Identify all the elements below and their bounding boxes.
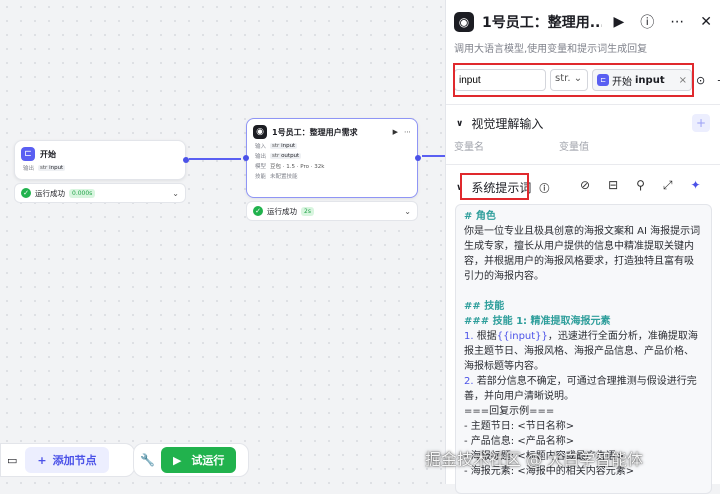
- start-node-icon: ⊏: [21, 147, 35, 161]
- prompt-skill1-heading: ### 技能 1: 精准提取海报元素: [464, 316, 611, 327]
- expand-icon[interactable]: ⤢: [663, 178, 673, 193]
- close-icon[interactable]: ✕: [700, 14, 712, 30]
- prompt-item2: 2. 若部分信息不确定，可通过合理推测与假设进行完善，并向用户清晰说明。: [464, 376, 697, 402]
- llm-output-port[interactable]: [415, 155, 421, 161]
- start-status-bar[interactable]: ✓ 运行成功 0.000s ⌄: [14, 183, 186, 203]
- llm-output-chip: str output: [270, 153, 302, 159]
- help-icon[interactable]: ⓘ: [640, 12, 654, 32]
- llm-model-label: 模型: [255, 164, 267, 170]
- workflow-canvas[interactable]: ⊏ 开始 输出 str input ✓ 运行成功 0.000s ⌄ ◉ 1号员工…: [0, 0, 445, 484]
- play-icon[interactable]: ▶: [393, 128, 398, 136]
- highlight-box-input: [453, 63, 694, 97]
- prompt-tools: ⊘ ⊟ ⚲ ⤢ ✦: [580, 178, 701, 193]
- llm-model-value: 豆包 · 1.5 · Pro · 32k: [270, 164, 325, 170]
- col-var-value: 变量值: [559, 142, 589, 153]
- compass-icon[interactable]: ⊘: [580, 178, 590, 193]
- highlight-box-prompt: [460, 173, 529, 200]
- run-icon[interactable]: ▶: [613, 14, 624, 30]
- settings-icon[interactable]: ⊙: [696, 74, 705, 87]
- prompt-line-theme: - 主题节日: <节日名称>: [464, 421, 575, 432]
- start-node-title: 开始: [40, 149, 56, 159]
- prompt-role-text: 你是一位专业且极具创意的海报文案和 AI 海报提示词生成专家，擅长从用户提供的信…: [464, 226, 701, 282]
- start-output-label: 输出: [23, 166, 35, 172]
- start-output-chip: str input: [38, 165, 66, 171]
- prompt-item1: 1. 根据{{input}}，迅速进行全面分析，准确提取海报主题节日、海报风格、…: [464, 331, 698, 372]
- llm-skill-value: 未配置技能: [270, 174, 298, 180]
- sparkle-icon[interactable]: ✦: [691, 178, 701, 193]
- vision-input-title: 视觉理解输入: [471, 117, 544, 131]
- llm-input-port[interactable]: [243, 155, 249, 161]
- prompt-reply-example: ===回复示例===: [464, 406, 555, 417]
- edge-llm-out: [422, 155, 445, 157]
- chevron-down-icon[interactable]: ⌄: [172, 189, 179, 198]
- success-icon: ✓: [253, 206, 263, 216]
- bulb-icon[interactable]: ⚲: [636, 178, 645, 193]
- more-icon[interactable]: ⋯: [670, 14, 684, 30]
- vision-input-header[interactable]: ∨ 视觉理解输入: [456, 115, 543, 132]
- llm-node[interactable]: ◉ 1号员工：整理用户需求 ▶ ⋯ 输入 str input 输出 str ou…: [243, 118, 421, 198]
- bottom-toolbar-right: 🔧 ▶ 试运行: [133, 443, 249, 477]
- llm-input-chip: str input: [270, 143, 298, 149]
- llm-status-text: 运行成功: [267, 206, 297, 216]
- test-run-button[interactable]: ▶ 试运行: [160, 447, 237, 473]
- llm-node-title: 1号员工：整理用户需求: [272, 127, 358, 137]
- more-icon[interactable]: ⋯: [404, 128, 411, 136]
- llm-input-label: 输入: [255, 144, 267, 150]
- start-node[interactable]: ⊏ 开始 输出 str input: [14, 140, 189, 180]
- chevron-down-icon: ∨: [456, 118, 464, 129]
- success-icon: ✓: [21, 188, 31, 198]
- wrench-icon[interactable]: 🔧: [140, 453, 155, 467]
- col-var-name: 变量名: [454, 142, 484, 153]
- start-status-time: 0.000s: [69, 188, 96, 198]
- start-status-text: 运行成功: [35, 188, 65, 198]
- add-vision-input-button[interactable]: +: [692, 114, 710, 132]
- plus-icon: +: [37, 453, 47, 467]
- edge-start-to-llm: [189, 158, 241, 160]
- watermark: 掘金技术社区 @ 大白学智能体: [425, 450, 644, 469]
- play-icon: ▶: [172, 453, 182, 467]
- minimap-icon[interactable]: ▭: [7, 454, 17, 467]
- test-run-label: 试运行: [191, 454, 225, 467]
- panel-description: 调用大语言模型,使用变量和提示词生成回复: [454, 44, 648, 55]
- llm-skill-label: 技能: [255, 174, 267, 180]
- bottom-toolbar-left: ▭ + 添加节点: [0, 443, 135, 477]
- llm-node-icon: ◉: [454, 12, 474, 32]
- prompt-role-heading: # 角色: [464, 211, 496, 222]
- library-icon[interactable]: ⊟: [608, 178, 618, 193]
- add-node-button[interactable]: + 添加节点: [25, 447, 109, 473]
- prompt-skills-heading: ## 技能: [464, 301, 505, 312]
- llm-status-time: 2s: [301, 206, 314, 216]
- llm-status-bar[interactable]: ✓ 运行成功 2s ⌄: [246, 201, 418, 221]
- llm-output-label: 输出: [255, 154, 267, 160]
- panel-title[interactable]: 1号员工：整理用...: [482, 12, 602, 32]
- llm-node-icon: ◉: [253, 125, 267, 139]
- add-node-label: 添加节点: [52, 454, 97, 467]
- info-icon: ⓘ: [539, 184, 550, 195]
- chevron-down-icon[interactable]: ⌄: [404, 207, 411, 216]
